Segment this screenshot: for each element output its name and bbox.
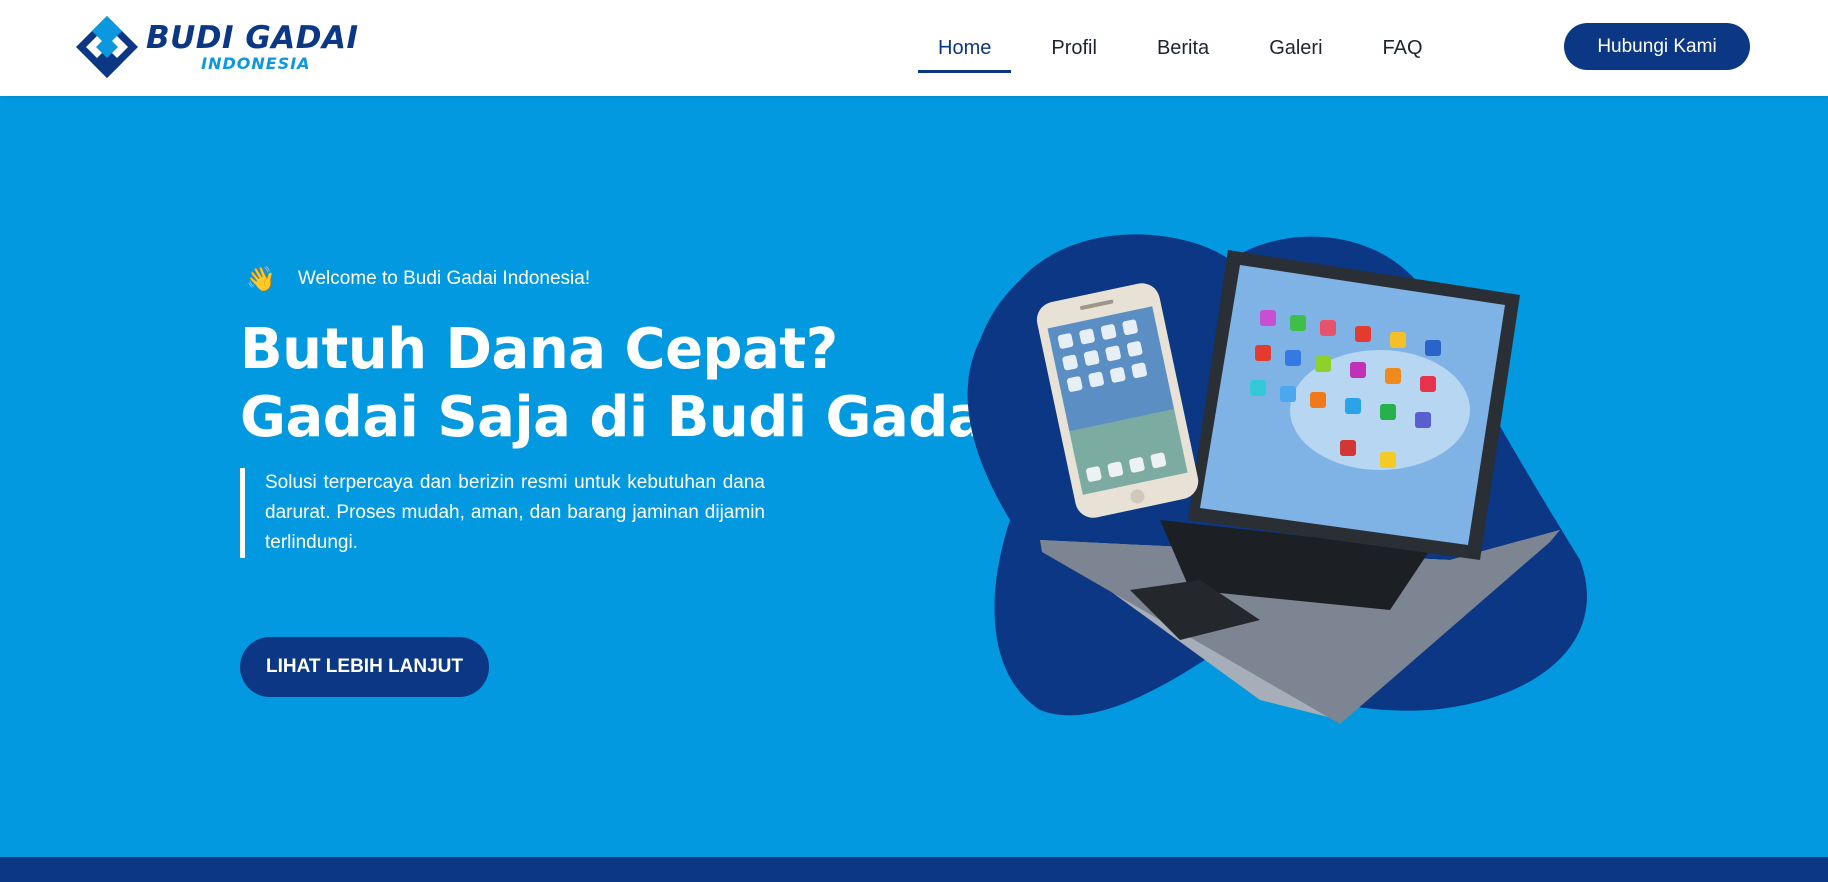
welcome-line: 👋 Welcome to Budi Gadai Indonesia! bbox=[246, 264, 590, 294]
contact-button[interactable]: Hubungi Kami bbox=[1564, 23, 1750, 70]
site-header: BUDI GADAI INDONESIA Home Profil Berita … bbox=[0, 0, 1828, 96]
headline-line-1: Butuh Dana Cepat? bbox=[240, 317, 838, 382]
footer-band bbox=[0, 857, 1828, 882]
welcome-text: Welcome to Budi Gadai Indonesia! bbox=[297, 268, 591, 289]
laptop-phone-illustration-icon bbox=[967, 234, 1587, 724]
nav-item-faq[interactable]: FAQ bbox=[1363, 0, 1443, 96]
headline-line-2: Gadai Saja di Budi Gadai! bbox=[240, 385, 1029, 450]
nav-item-berita[interactable]: Berita bbox=[1137, 0, 1229, 96]
logo-mark-icon bbox=[76, 16, 138, 78]
learn-more-button[interactable]: LIHAT LEBIH LANJUT bbox=[240, 637, 489, 697]
nav-item-galeri[interactable]: Galeri bbox=[1249, 0, 1342, 96]
logo-text: BUDI GADAI INDONESIA bbox=[146, 21, 359, 73]
nav-item-profil[interactable]: Profil bbox=[1031, 0, 1117, 96]
waving-hand-icon: 👋 bbox=[246, 265, 276, 293]
nav-item-home[interactable]: Home bbox=[918, 0, 1012, 96]
hero-description: Solusi terpercaya dan berizin resmi untu… bbox=[240, 468, 765, 558]
brand-logo[interactable]: BUDI GADAI INDONESIA bbox=[74, 14, 359, 80]
logo-subname: INDONESIA bbox=[201, 54, 311, 73]
hero-headline: Butuh Dana Cepat? Gadai Saja di Budi Gad… bbox=[240, 316, 1029, 452]
main-nav: Home Profil Berita Galeri FAQ bbox=[918, 0, 1463, 96]
logo-name: BUDI GADAI bbox=[146, 20, 359, 56]
